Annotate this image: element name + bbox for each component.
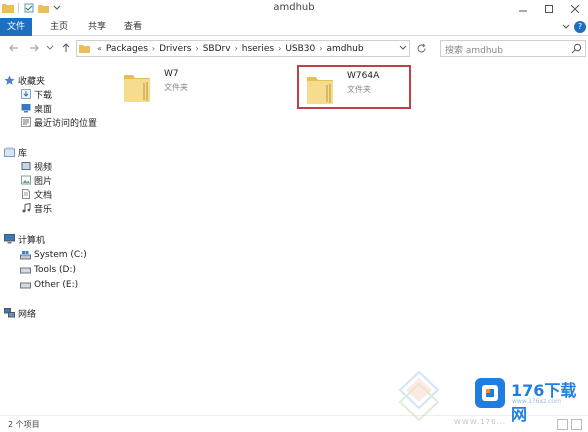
window-title: amdhub <box>273 2 315 13</box>
navigation-bar: « Packages › Drivers › SBDrv › hseries ›… <box>0 37 588 59</box>
watermark-caption: WWW.176... <box>454 418 507 426</box>
item-count: 2 个项目 <box>8 420 40 429</box>
folder-item-w764a[interactable]: W764A 文件夹 <box>297 65 411 109</box>
watermark-badge-icon <box>475 378 505 408</box>
help-icon[interactable]: ? <box>574 21 586 33</box>
nav-favorites[interactable]: 收藏夹 <box>4 73 45 87</box>
breadcrumb-sbdrv[interactable]: SBDrv <box>203 44 231 54</box>
document-icon <box>20 189 31 200</box>
recent-chevron-icon[interactable] <box>44 42 56 54</box>
search-box[interactable]: 搜索 amdhub <box>440 40 586 57</box>
tab-view[interactable]: 查看 <box>118 18 148 36</box>
desktop-icon <box>20 103 31 114</box>
library-icon <box>4 147 15 158</box>
folder-item-w7[interactable]: W7 文件夹 <box>116 65 256 109</box>
drive-icon <box>20 265 31 276</box>
sidebar-item-desktop[interactable]: 桌面 <box>20 101 52 115</box>
file-list: W7 文件夹 W764A 文件夹 <box>110 62 586 415</box>
system-drive-icon <box>20 250 31 261</box>
breadcrumb-packages[interactable]: Packages <box>106 44 148 54</box>
search-input[interactable]: 搜索 amdhub <box>445 43 503 56</box>
sidebar-item-drive-c[interactable]: System (C:) <box>20 248 87 262</box>
folder-name: W7 <box>164 69 179 79</box>
forward-arrow-icon[interactable] <box>28 42 40 54</box>
folder-type: 文件夹 <box>347 85 371 94</box>
folder-name: W764A <box>347 71 380 81</box>
watermark-url: www.176xz.com <box>512 398 561 405</box>
folder-type: 文件夹 <box>164 83 188 92</box>
music-icon <box>20 203 31 214</box>
up-arrow-icon[interactable] <box>60 42 72 54</box>
window-controls <box>510 0 588 18</box>
computer-icon <box>4 234 15 245</box>
back-arrow-icon[interactable] <box>8 42 20 54</box>
download-icon <box>20 89 31 100</box>
video-icon <box>20 161 31 172</box>
star-icon <box>4 75 15 86</box>
close-button[interactable] <box>562 0 588 18</box>
tab-home[interactable]: 主页 <box>44 18 74 36</box>
ribbon-expand-icon[interactable] <box>560 21 572 33</box>
maximize-button[interactable] <box>536 0 562 18</box>
breadcrumb-usb30[interactable]: USB30 <box>285 44 315 54</box>
watermark-logo-icon <box>398 370 440 422</box>
minimize-button[interactable] <box>510 0 536 18</box>
sidebar-item-videos[interactable]: 视频 <box>20 159 52 173</box>
folder-icon <box>79 43 90 54</box>
navigation-pane: 收藏夹 下载 桌面 最近访问的位置 库 视频 图片 文档 音乐 计算机 Syst… <box>0 62 104 415</box>
title-bar: amdhub <box>0 0 588 18</box>
folder-icon <box>124 75 150 102</box>
breadcrumb-amdhub[interactable]: amdhub <box>326 44 363 54</box>
recent-places-icon <box>20 117 31 128</box>
breadcrumb-hseries[interactable]: hseries <box>242 44 274 54</box>
pictures-icon <box>20 175 31 186</box>
search-icon[interactable] <box>571 43 582 54</box>
nav-computer[interactable]: 计算机 <box>4 232 45 246</box>
sidebar-item-music[interactable]: 音乐 <box>20 201 52 215</box>
sidebar-item-documents[interactable]: 文档 <box>20 187 52 201</box>
nav-network[interactable]: 网络 <box>4 306 36 320</box>
drive-icon <box>20 280 31 291</box>
breadcrumb-drivers[interactable]: Drivers <box>159 44 191 54</box>
sidebar-item-drive-d[interactable]: Tools (D:) <box>20 263 76 277</box>
tab-share[interactable]: 共享 <box>82 18 112 36</box>
sidebar-item-pictures[interactable]: 图片 <box>20 173 52 187</box>
address-dropdown-icon[interactable] <box>399 44 407 53</box>
ribbon-tabs: 文件 主页 共享 查看 ? <box>0 18 588 36</box>
sidebar-item-recent[interactable]: 最近访问的位置 <box>20 115 97 129</box>
tab-file[interactable]: 文件 <box>0 18 32 36</box>
refresh-icon[interactable] <box>415 42 427 54</box>
sidebar-item-drive-e[interactable]: Other (E:) <box>20 278 78 292</box>
network-icon <box>4 308 15 319</box>
folder-icon <box>307 77 333 104</box>
address-bar[interactable]: « Packages › Drivers › SBDrv › hseries ›… <box>76 40 410 57</box>
sidebar-item-downloads[interactable]: 下载 <box>20 87 52 101</box>
nav-libraries[interactable]: 库 <box>4 145 27 159</box>
